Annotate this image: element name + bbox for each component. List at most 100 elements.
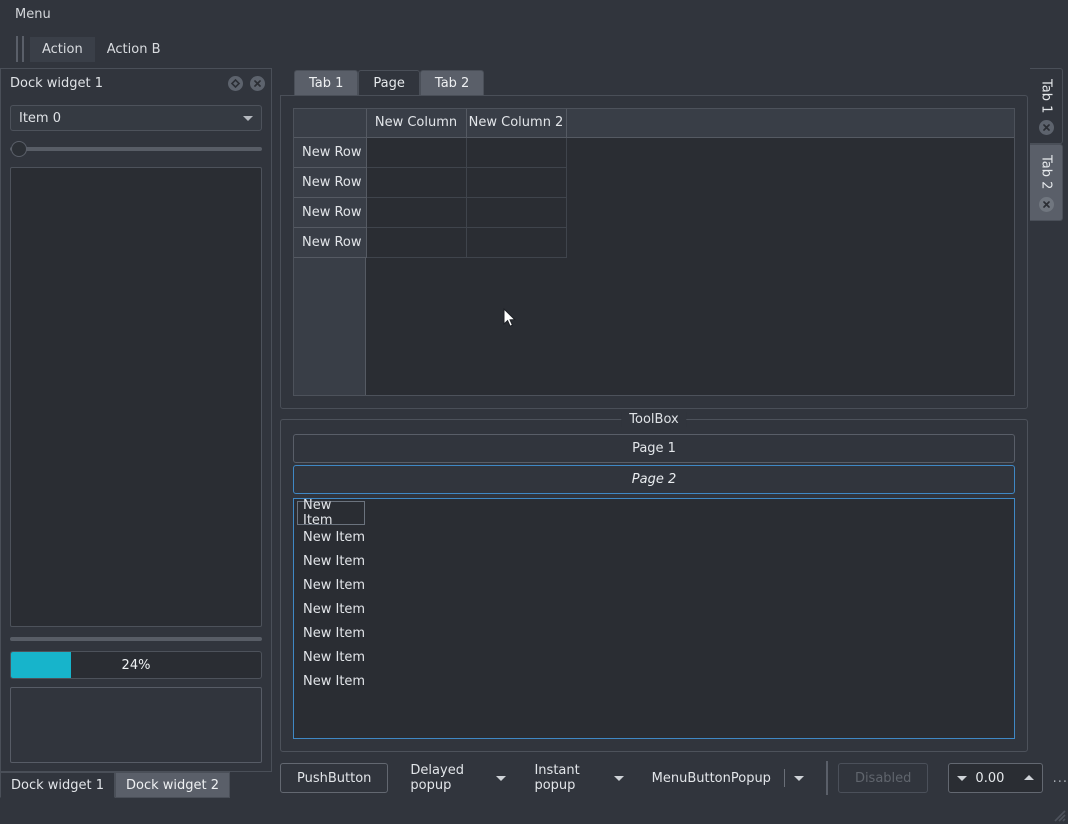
tab-pane: New Column New Column 2 New Row New Row	[280, 95, 1028, 409]
progress-label: 24%	[121, 657, 151, 673]
dock-large-panel[interactable]	[10, 167, 262, 627]
table-cell[interactable]	[366, 197, 467, 228]
dock-tab-dock-widget-1[interactable]: Dock widget 1	[0, 772, 116, 798]
progress-bar: 24%	[10, 651, 262, 679]
instant-popup-button[interactable]: Instant popup	[524, 763, 633, 793]
table-row-header-empty	[294, 257, 366, 395]
instant-popup-label: Instant popup	[534, 763, 580, 793]
item-combobox[interactable]: Item 0	[10, 105, 262, 131]
toolbox-list[interactable]: New Item New Item New Item New Item New …	[293, 498, 1015, 739]
list-item[interactable]: New Item	[294, 645, 1014, 669]
chevron-up-icon[interactable]	[1023, 775, 1034, 780]
table-cell-filler	[566, 167, 1014, 197]
central-widget: Tab 1 Page Tab 2 New Column New Column 2	[280, 68, 1028, 752]
resize-grip-icon[interactable]	[1050, 806, 1066, 822]
double-spinbox[interactable]: 0.00	[948, 763, 1043, 793]
menu-button-popup-label: MenuButtonPopup	[651, 770, 771, 786]
bottom-button-bar: PushButton Delayed popup Instant popup M…	[272, 756, 1068, 800]
list-item[interactable]: New Item	[294, 573, 1014, 597]
combobox-value: Item 0	[19, 110, 61, 126]
toolbar-separator	[825, 761, 828, 795]
main-window: Menu Action Action B Dock widget 1 Item …	[0, 0, 1068, 824]
table-column-header-2[interactable]: New Column 2	[466, 109, 567, 138]
tab-page[interactable]: Page	[358, 70, 420, 95]
chevron-down-icon[interactable]	[793, 775, 804, 781]
list-item[interactable]: New Item	[294, 525, 1014, 549]
list-item[interactable]: New Item	[297, 499, 365, 528]
menu-button-separator	[783, 769, 785, 787]
delayed-popup-button[interactable]: Delayed popup	[400, 763, 516, 793]
table-empty-area	[294, 257, 1014, 395]
tab-bar: Tab 1 Page Tab 2	[280, 68, 1028, 95]
list-item[interactable]: New Item	[294, 549, 1014, 573]
float-undock-icon[interactable]	[228, 75, 243, 91]
mouse-pointer-icon	[503, 307, 517, 328]
list-item[interactable]: New Item	[294, 621, 1014, 645]
close-icon[interactable]	[250, 75, 265, 91]
table-row-header[interactable]: New Row	[294, 197, 367, 228]
dock-small-panel[interactable]	[10, 687, 262, 763]
dock-tab-dock-widget-2[interactable]: Dock widget 2	[115, 772, 231, 798]
toolbar-action-action-b[interactable]: Action B	[95, 37, 173, 62]
table-row[interactable]: New Row	[294, 227, 1014, 258]
vertical-tab-label: Tab 1	[1038, 79, 1054, 114]
spinbox-value: 0.00	[975, 770, 1005, 786]
table-cell[interactable]	[466, 227, 567, 258]
dock-separator[interactable]	[10, 637, 262, 641]
table-row-header[interactable]: New Row	[294, 167, 367, 198]
delayed-popup-label: Delayed popup	[410, 763, 464, 793]
chevron-down-icon[interactable]	[957, 776, 968, 781]
toolbar-action-action[interactable]: Action	[30, 36, 95, 62]
list-item[interactable]: New Item	[294, 597, 1014, 621]
menu-item-menu[interactable]: Menu	[5, 3, 61, 27]
table-corner-header[interactable]	[294, 109, 367, 138]
toolbox-page-1-header[interactable]: Page 1	[293, 434, 1015, 463]
close-icon[interactable]	[1038, 196, 1054, 212]
table-row-header[interactable]: New Row	[294, 137, 367, 168]
table-cell-filler	[566, 137, 1014, 167]
table-body-empty	[366, 257, 1014, 395]
chevron-down-icon	[613, 775, 624, 781]
chevron-down-icon	[243, 116, 253, 121]
table-column-header-1[interactable]: New Column	[366, 109, 467, 138]
table-row-header[interactable]: New Row	[294, 227, 367, 258]
table-cell[interactable]	[466, 137, 567, 168]
disabled-button: Disabled	[837, 763, 929, 793]
table-cell[interactable]	[366, 137, 467, 168]
vertical-tab-bar: Tab 1 Tab 2	[1030, 68, 1064, 221]
table-row[interactable]: New Row	[294, 137, 1014, 168]
overflow-button[interactable]: ...	[1053, 771, 1068, 786]
table-cell[interactable]	[366, 167, 467, 198]
table-cell-filler	[566, 197, 1014, 227]
tab-widget: Tab 1 Page Tab 2 New Column New Column 2	[280, 68, 1028, 409]
table-cell-filler	[566, 227, 1014, 257]
dock-content: Item 0 24%	[1, 97, 271, 771]
tab-tab-2[interactable]: Tab 2	[419, 70, 485, 95]
table-cell[interactable]	[366, 227, 467, 258]
data-table[interactable]: New Column New Column 2 New Row New Row	[293, 108, 1015, 396]
list-item[interactable]: New Item	[294, 669, 1014, 693]
vertical-tab-label: Tab 2	[1038, 155, 1054, 190]
tool-bar: Action Action B	[0, 30, 1068, 68]
tab-tab-1[interactable]: Tab 1	[294, 70, 359, 95]
dock-title-label: Dock widget 1	[10, 75, 104, 91]
dock-title-bar: Dock widget 1	[1, 69, 271, 97]
vertical-tab-tab-1[interactable]: Tab 1	[1030, 68, 1063, 145]
table-header-row: New Column New Column 2	[294, 109, 1014, 138]
close-icon[interactable]	[1038, 120, 1054, 136]
drag-handle-icon[interactable]	[16, 36, 24, 62]
slider-handle[interactable]	[11, 141, 27, 157]
toolbox-group-title: ToolBox	[621, 412, 687, 427]
table-row[interactable]: New Row	[294, 167, 1014, 198]
vertical-tab-tab-2[interactable]: Tab 2	[1030, 144, 1063, 221]
toolbox-page-2-header[interactable]: Page 2	[293, 465, 1015, 494]
table-cell[interactable]	[466, 197, 567, 228]
push-button[interactable]: PushButton	[280, 763, 389, 793]
table-element: New Column New Column 2 New Row New Row	[294, 109, 1014, 258]
dock-tab-bar: Dock widget 1 Dock widget 2	[0, 772, 231, 800]
table-cell[interactable]	[466, 167, 567, 198]
table-row[interactable]: New Row	[294, 197, 1014, 228]
horizontal-slider[interactable]	[10, 139, 262, 159]
table-header-filler	[566, 109, 1014, 138]
menu-button-popup-button[interactable]: MenuButtonPopup	[642, 763, 814, 793]
